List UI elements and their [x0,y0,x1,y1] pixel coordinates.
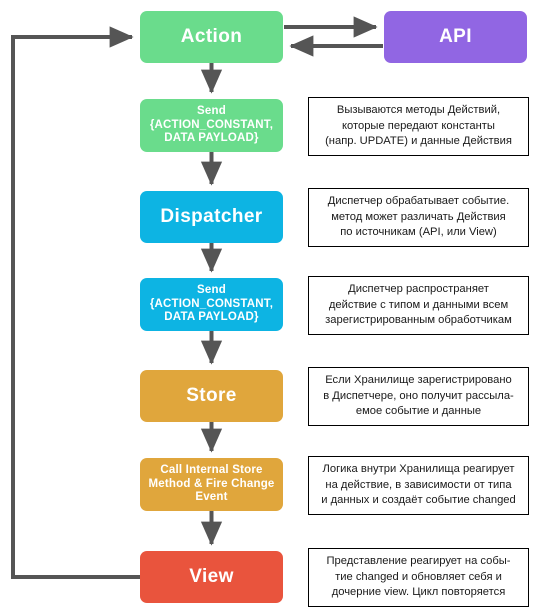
note-call-internal-store: Логика внутри Хранилища реагирует на дей… [308,456,529,515]
node-call-internal-store[interactable]: Call Internal Store Method & Fire Change… [140,458,283,511]
note-store-text: Если Хранилище зарегистрировано в Диспет… [323,373,514,418]
node-send-action-label: Send {ACTION_CONSTANT, DATA PAYLOAD} [149,105,274,145]
node-api[interactable]: API [384,11,527,63]
note-view: Представление реагирует на собы- тие cha… [308,548,529,607]
note-dispatcher: Диспетчер обрабатывает событие. метод мо… [308,188,529,247]
note-dispatcher-text: Диспетчер обрабатывает событие. метод мо… [327,194,510,239]
flux-flow-diagram: Action API Send {ACTION_CONSTANT, DATA P… [0,0,537,615]
node-dispatcher-label: Dispatcher [160,205,263,227]
note-call-internal-store-text: Логика внутри Хранилища реагирует на дей… [321,462,516,507]
node-store-label: Store [186,384,237,406]
node-api-label: API [439,25,472,47]
node-store[interactable]: Store [140,370,283,422]
node-call-internal-store-label: Call Internal Store Method & Fire Change… [148,464,275,504]
node-action-label: Action [180,25,243,47]
note-action-text: Вызываются методы Действий, которые пере… [325,103,512,148]
node-send-action[interactable]: Send {ACTION_CONSTANT, DATA PAYLOAD} [140,99,283,152]
node-dispatcher[interactable]: Dispatcher [140,191,283,243]
node-view-label: View [189,565,234,587]
node-send-dispatch[interactable]: Send {ACTION_CONSTANT, DATA PAYLOAD} [140,278,283,331]
node-send-dispatch-label: Send {ACTION_CONSTANT, DATA PAYLOAD} [149,284,274,324]
note-dispatch-send-text: Диспетчер распространяет действие с типо… [325,282,512,327]
node-view[interactable]: View [140,551,283,603]
note-dispatch-send: Диспетчер распространяет действие с типо… [308,276,529,335]
note-action: Вызываются методы Действий, которые пере… [308,97,529,156]
note-store: Если Хранилище зарегистрировано в Диспет… [308,367,529,426]
note-view-text: Представление реагирует на собы- тие cha… [326,554,511,599]
connector-view-to-action-loop [11,26,140,579]
node-action[interactable]: Action [140,11,283,63]
